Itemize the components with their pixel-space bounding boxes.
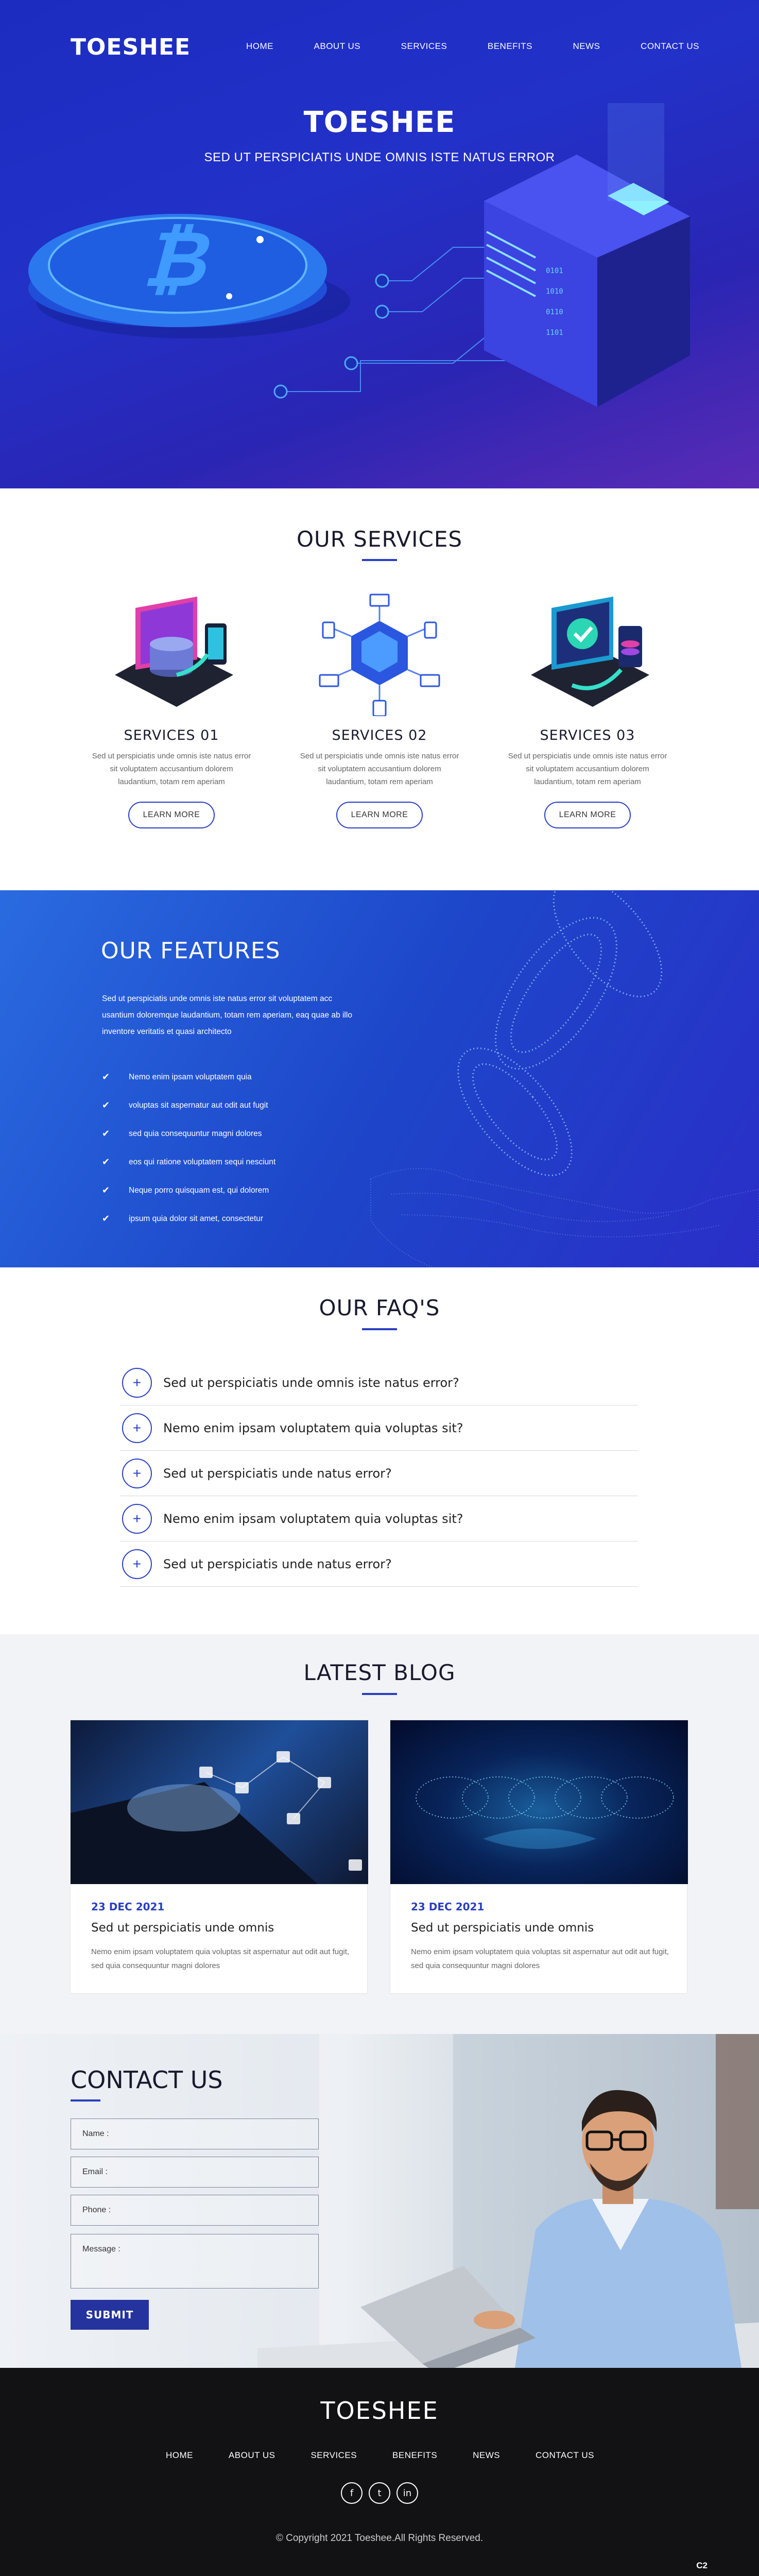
blog-card-1[interactable]: 23 DEC 2021 Sed ut perspiciatis unde omn…: [70, 1720, 368, 1994]
top-navigation: HOME ABOUT US SERVICES BENEFITS NEWS CON…: [246, 41, 699, 52]
corner-badge: C2: [696, 2561, 708, 2570]
feature-item: ✔ ipsum quia dolor sit amet, consectetur: [102, 1213, 264, 1224]
plus-icon[interactable]: +: [122, 1549, 152, 1579]
hero-subtitle: SED UT PERSPICIATIS UNDE OMNIS ISTE NATU…: [204, 150, 555, 164]
faq-item-2[interactable]: + Nemo enim ipsam voluptatem quia volupta…: [120, 1405, 638, 1451]
blog-2-date: 23 DEC 2021: [411, 1901, 485, 1913]
service-3-text: Sed ut perspiciatis unde omnis iste natu…: [508, 752, 667, 786]
service-3-title: SERVICES 03: [540, 727, 635, 743]
service-1-text: Sed ut perspiciatis unde omnis iste natu…: [92, 752, 251, 786]
name-field[interactable]: Name :: [71, 2119, 319, 2149]
footer: TOESHEE HOME ABOUT US SERVICES BENEFITS …: [0, 2368, 759, 2576]
faq-item-4[interactable]: + Nemo enim ipsam voluptatem quia volupta…: [120, 1496, 638, 1541]
facebook-icon[interactable]: f: [341, 2482, 363, 2504]
feature-item: ✔ sed quia consequuntur magni dolores: [102, 1128, 262, 1139]
blog-title: LATEST BLOG: [303, 1660, 456, 1685]
faq-item-5[interactable]: + Sed ut perspiciatis unde natus error?: [120, 1541, 638, 1587]
laptop-crypto-illustration: [115, 597, 233, 707]
svg-text:0101: 0101: [546, 267, 563, 275]
social-links: f t in: [341, 2482, 418, 2504]
service-card-3: SERVICES 03 Sed ut perspiciatis unde omn…: [500, 592, 675, 828]
service-3-learn-more-button[interactable]: LEARN MORE: [544, 802, 631, 828]
hero-illustration: ₿ 0101101001101101: [28, 103, 690, 407]
check-icon: ✔: [102, 1157, 110, 1167]
footer-logo[interactable]: TOESHEE: [0, 2397, 759, 2425]
feature-item: ✔ Neque porro quisquam est, qui dolorem: [102, 1185, 269, 1195]
linkedin-icon[interactable]: in: [396, 2482, 418, 2504]
svg-text:1010: 1010: [546, 287, 563, 296]
footer-nav-home[interactable]: HOME: [166, 2450, 193, 2461]
svg-text:0110: 0110: [546, 308, 563, 316]
footer-nav-contact-us[interactable]: CONTACT US: [536, 2450, 594, 2461]
blog-image-laptop[interactable]: [71, 1720, 368, 1884]
nav-about-us[interactable]: ABOUT US: [314, 41, 361, 52]
faq-item-1[interactable]: + Sed ut perspiciatis unde omnis iste nat…: [120, 1360, 638, 1405]
blog-1-date: 23 DEC 2021: [91, 1901, 165, 1913]
contact-title: CONTACT US: [71, 2066, 223, 2094]
blog-title-underline: [362, 1693, 397, 1695]
features-section: OUR FEATURES Sed ut perspiciatis unde om…: [0, 890, 759, 1267]
feature-item: ✔ eos qui ratione voluptatem sequi nesciu…: [102, 1157, 276, 1167]
features-title: OUR FEATURES: [101, 938, 281, 964]
check-icon: ✔: [102, 1100, 110, 1110]
service-2-learn-more-button[interactable]: LEARN MORE: [336, 802, 423, 828]
blog-2-excerpt: Nemo enim ipsam voluptatem quia voluptas…: [411, 1947, 669, 1970]
submit-button[interactable]: SUBMIT: [71, 2300, 149, 2330]
email-field[interactable]: Email :: [71, 2157, 319, 2188]
services-title: OUR SERVICES: [296, 527, 463, 552]
copyright-text: © Copyright 2021 Toeshee.All Rights Rese…: [275, 2533, 484, 2544]
services-title-underline: [362, 559, 397, 561]
footer-nav-benefits[interactable]: BENEFITS: [392, 2450, 437, 2461]
contact-section: CONTACT US Name : Email : Phone : Messag…: [0, 2034, 759, 2368]
plus-icon[interactable]: +: [122, 1367, 152, 1398]
nav-benefits[interactable]: BENEFITS: [488, 41, 532, 52]
service-card-2: SERVICES 02 Sed ut perspiciatis unde omn…: [292, 592, 467, 828]
phone-field[interactable]: Phone :: [71, 2195, 319, 2226]
check-icon: ✔: [102, 1072, 110, 1082]
blog-2-title[interactable]: Sed ut perspiciatis unde omnis: [411, 1921, 594, 1935]
nav-news[interactable]: NEWS: [573, 41, 600, 52]
brand-logo[interactable]: TOESHEE: [71, 34, 191, 60]
blog-card-2[interactable]: 23 DEC 2021 Sed ut perspiciatis unde omn…: [390, 1720, 688, 1994]
check-icon: ✔: [102, 1128, 110, 1139]
service-2-title: SERVICES 02: [332, 727, 427, 743]
feature-item: ✔ voluptas sit aspernatur aut odit aut fu…: [102, 1100, 268, 1110]
blog-section: LATEST BLOG 23 DEC 2021 Sed ut perspicia…: [0, 1634, 759, 2034]
network-nodes-illustration: [319, 594, 440, 716]
footer-navigation: HOME ABOUT US SERVICES BENEFITS NEWS CON…: [166, 2450, 594, 2461]
nav-home[interactable]: HOME: [246, 41, 273, 52]
plus-icon[interactable]: +: [122, 1413, 152, 1443]
service-card-1: SERVICES 01 Sed ut perspiciatis unde omn…: [84, 592, 259, 828]
twitter-icon[interactable]: t: [369, 2482, 390, 2504]
service-1-title: SERVICES 01: [124, 727, 219, 743]
service-1-learn-more-button[interactable]: LEARN MORE: [128, 802, 215, 828]
blog-image-handshake[interactable]: [390, 1720, 688, 1884]
blog-1-excerpt: Nemo enim ipsam voluptatem quia voluptas…: [91, 1947, 350, 1970]
footer-nav-about-us[interactable]: ABOUT US: [229, 2450, 275, 2461]
plus-icon[interactable]: +: [122, 1458, 152, 1488]
message-field[interactable]: Message :: [71, 2234, 319, 2289]
features-list: ✔ Nemo enim ipsam voluptatem quia ✔ volupt…: [102, 1063, 275, 1233]
plus-icon[interactable]: +: [122, 1503, 152, 1534]
nav-services[interactable]: SERVICES: [401, 41, 447, 52]
svg-text:1101: 1101: [546, 329, 563, 337]
service-2-text: Sed ut perspiciatis unde omnis iste natu…: [300, 752, 459, 786]
contact-title-underline: [71, 2099, 100, 2102]
digital-handshake-image: [416, 1776, 674, 1849]
features-lead-text: Sed ut perspiciatis unde omnis iste natu…: [102, 994, 352, 1036]
blog-1-title[interactable]: Sed ut perspiciatis unde omnis: [91, 1921, 274, 1935]
check-icon: ✔: [102, 1213, 110, 1224]
footer-nav-news[interactable]: NEWS: [473, 2450, 500, 2461]
secure-laptop-illustration: [531, 597, 649, 707]
faq-item-3[interactable]: + Sed ut perspiciatis unde natus error?: [120, 1451, 638, 1496]
hero-section: ₿ 0101 1010 0110 1101 TOESHEE HOME ABOUT US…: [0, 0, 759, 488]
feature-item: ✔ Nemo enim ipsam voluptatem quia: [102, 1072, 252, 1082]
faq-title-underline: [362, 1328, 397, 1330]
check-icon: ✔: [102, 1185, 110, 1195]
hero-title: TOESHEE: [303, 106, 456, 139]
nav-contact-us[interactable]: CONTACT US: [641, 41, 699, 52]
faq-title: OUR FAQ'S: [319, 1295, 440, 1320]
footer-nav-services[interactable]: SERVICES: [310, 2450, 357, 2461]
laptop-padlocks-image: [71, 1751, 362, 1884]
